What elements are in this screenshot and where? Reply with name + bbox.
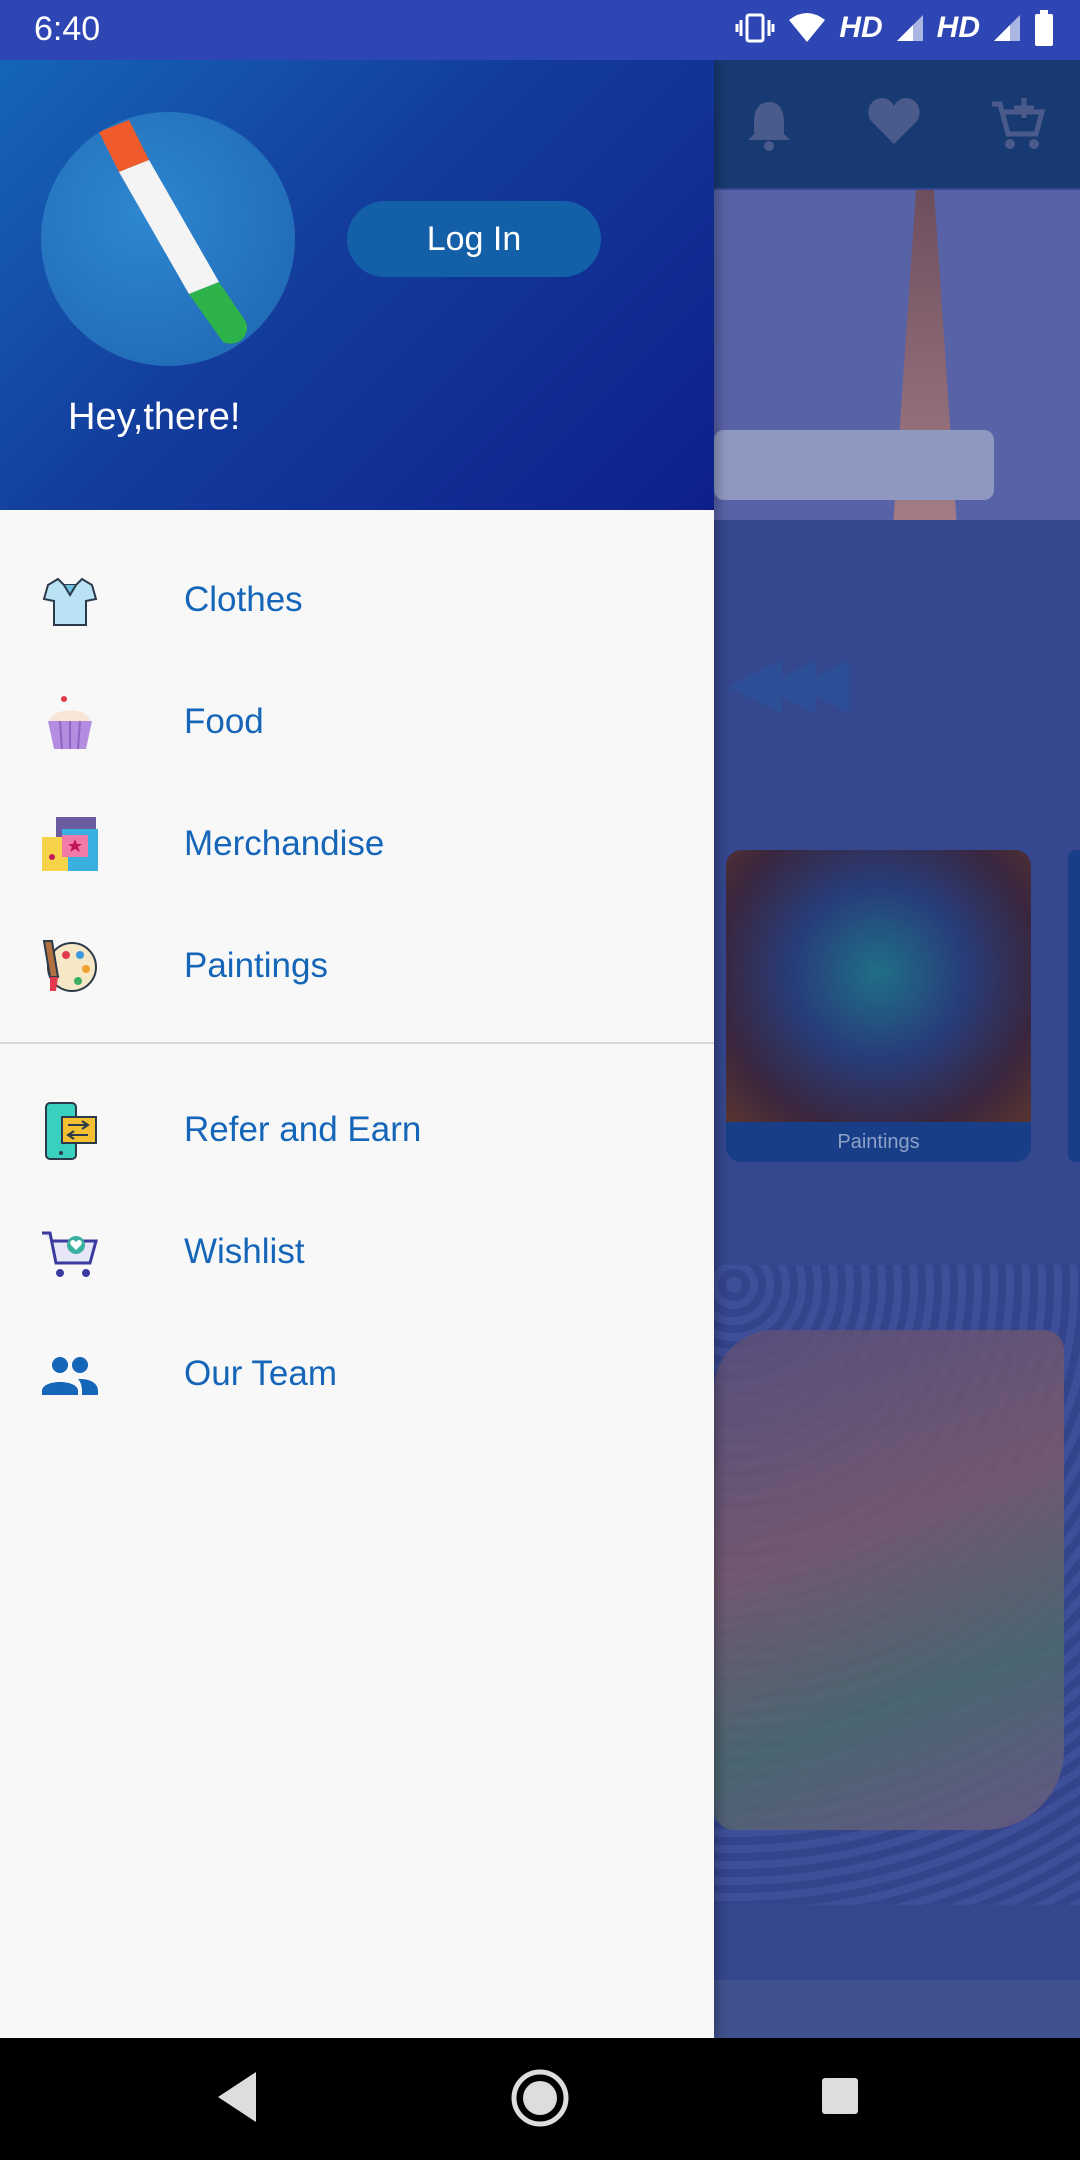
app-logo-avatar — [41, 112, 295, 366]
background-rewind-arrows: ◀◀◀ — [728, 642, 849, 720]
background-category-card: Paintings — [726, 850, 1031, 1162]
system-navigation-bar — [0, 2038, 1080, 2160]
recents-icon[interactable] — [820, 2068, 860, 2126]
menu-item-food[interactable]: Food — [0, 662, 714, 784]
drawer-header: Log In Hey,there! — [0, 60, 714, 510]
network-type-2: HD — [936, 11, 980, 44]
menu-item-refer-and-earn[interactable]: Refer and Earn — [0, 1070, 714, 1192]
status-bar: 6:40 HD HD — [0, 0, 1080, 60]
cart-heart-icon — [42, 1231, 98, 1277]
menu-item-our-team[interactable]: Our Team — [0, 1314, 714, 1436]
menu-item-clothes[interactable]: Clothes — [0, 540, 714, 662]
background-toolbar — [714, 60, 1080, 188]
background-card-image — [726, 850, 1031, 1122]
battery-icon — [1035, 10, 1053, 46]
menu-label: Clothes — [184, 580, 303, 619]
back-icon[interactable] — [212, 2068, 262, 2126]
status-icons: HD HD — [735, 10, 1054, 46]
refer-phone-icon — [45, 1102, 97, 1160]
menu-label: Our Team — [184, 1354, 338, 1393]
signal-icon-2 — [994, 15, 1020, 41]
home-icon[interactable] — [510, 2068, 570, 2128]
menu-item-paintings[interactable]: Paintings — [0, 906, 714, 1028]
menu-item-merchandise[interactable]: Merchandise — [0, 784, 714, 906]
shirt-icon — [42, 577, 98, 626]
background-next-card — [1068, 850, 1080, 1162]
palette-icon — [42, 940, 97, 992]
menu-label: Paintings — [184, 946, 328, 985]
signal-icon-1 — [896, 15, 923, 41]
background-train — [714, 430, 994, 500]
cupcake-icon — [48, 696, 92, 750]
menu-divider — [0, 1042, 714, 1044]
login-button[interactable]: Log In — [347, 201, 601, 277]
background-thumbnails — [714, 1980, 1080, 2038]
menu-label: Merchandise — [184, 824, 385, 863]
greeting-text: Hey,there! — [68, 396, 241, 438]
people-icon — [42, 1357, 98, 1395]
menu-item-wishlist[interactable]: Wishlist — [0, 1192, 714, 1314]
status-time: 6:40 — [34, 10, 101, 48]
network-type-1: HD — [839, 11, 883, 44]
menu-label: Refer and Earn — [184, 1110, 422, 1149]
background-art-image — [714, 1330, 1064, 1830]
wifi-icon — [789, 13, 826, 42]
background-card-label: Paintings — [726, 1122, 1031, 1162]
menu-label: Food — [184, 702, 264, 741]
heart-icon — [868, 98, 920, 144]
drawer-menu: Clothes Food Merchandise Paintings Refer… — [0, 510, 714, 1436]
bell-icon — [748, 102, 790, 151]
menu-label: Wishlist — [184, 1232, 305, 1271]
vibrate-icon — [735, 13, 775, 43]
shopping-bags-icon — [42, 817, 98, 871]
add-to-cart-icon — [992, 98, 1046, 149]
navigation-drawer: Log In Hey,there! Clothes Food Merchandi… — [0, 60, 714, 2038]
paintbrush-logo-icon — [99, 120, 248, 344]
